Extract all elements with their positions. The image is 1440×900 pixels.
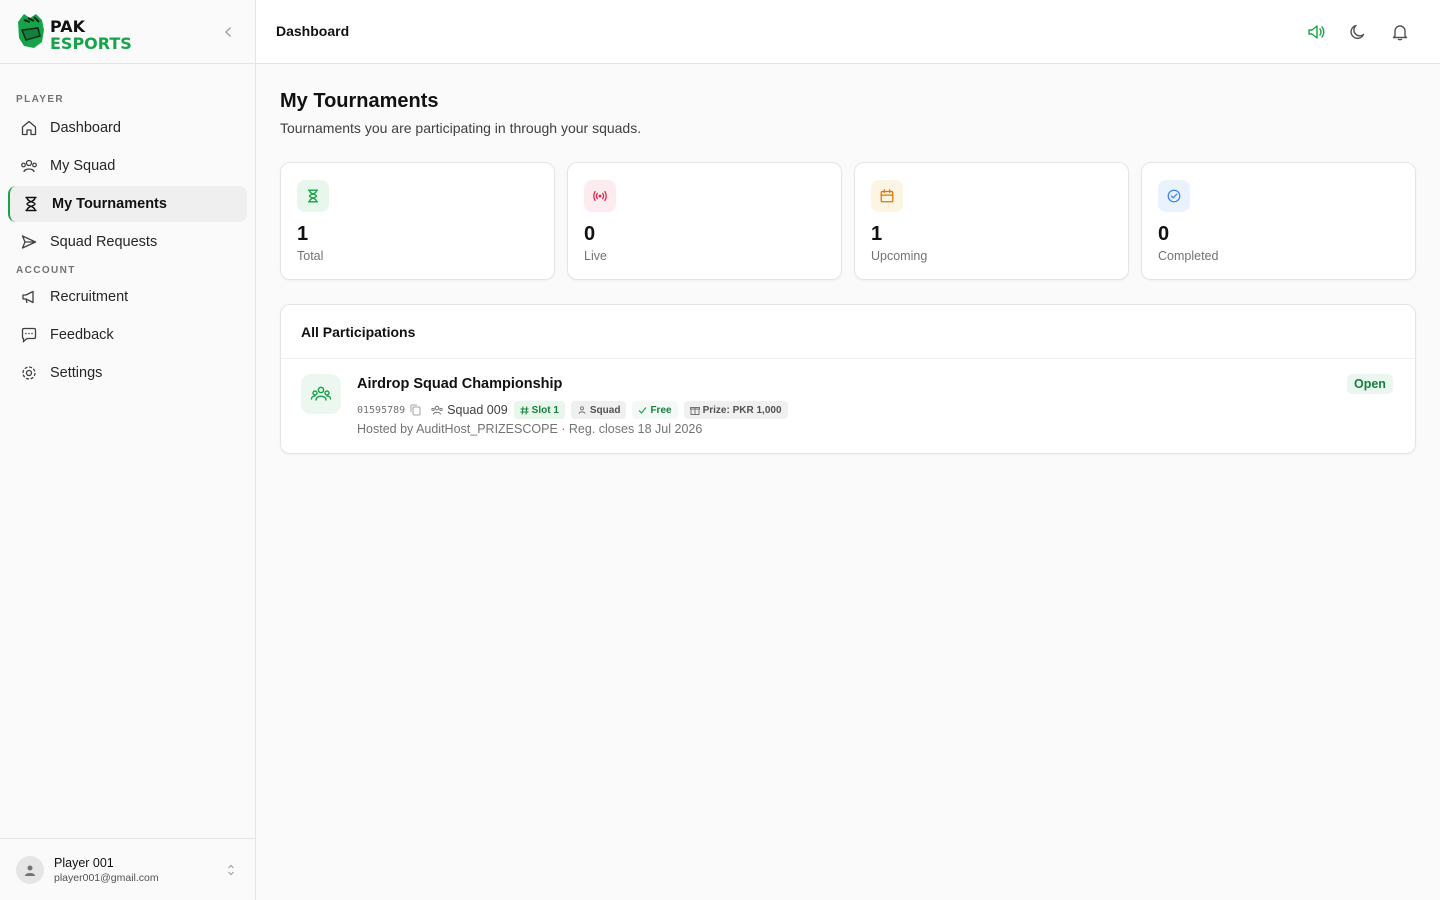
brand-logo[interactable]: PAK ESPORTS [16,12,156,53]
home-icon [20,119,38,137]
mode-text: Squad [589,404,621,416]
tournament-meta: 01595789 Squad 009 Slot 1 Squad Free Pri… [357,401,788,419]
hash-icon [520,405,529,415]
stat-card-completed: 0 Completed [1141,162,1416,280]
stat-label: Live [584,249,607,263]
sidebar-item-label: Dashboard [50,120,121,136]
stat-card-total: 1 Total [280,162,555,280]
stat-value: 1 [871,223,883,245]
sidebar-item-recruitment[interactable]: Recruitment [8,279,247,315]
sidebar-item-label: My Tournaments [52,196,167,212]
users-icon [431,404,443,416]
stat-value: 0 [584,223,596,245]
speaker-icon [1308,25,1325,39]
brand-line-2: ESPORTS [50,34,132,52]
megaphone-icon [20,288,38,306]
panel-title: All Participations [301,324,416,340]
stat-card-upcoming: 1 Upcoming [854,162,1129,280]
theme-toggle-button[interactable] [1346,20,1370,44]
sidebar-item-label: Recruitment [50,289,129,305]
stat-value: 0 [1158,223,1170,245]
stat-label: Upcoming [871,249,928,263]
slot-badge: Slot 1 [513,401,565,419]
host-and-deadline: Hosted by AuditHost_PRIZESCOPE · Reg. cl… [357,422,703,436]
check-icon [638,406,647,415]
hourglass-icon [297,180,329,212]
fist-icon [18,14,44,48]
divider [281,358,1415,359]
sidebar-item-label: Settings [50,365,103,381]
breadcrumb[interactable]: Dashboard [276,23,349,39]
sound-toggle-button[interactable] [1304,20,1328,44]
sidebar-item-label: Feedback [50,327,114,343]
sidebar-item-label: Squad Requests [50,234,158,250]
sidebar-item-feedback[interactable]: Feedback [8,317,247,353]
prize-badge: Prize: PKR 1,000 [683,401,788,419]
message-icon [20,326,38,344]
users-icon [577,405,587,415]
squad-name: Squad 009 [431,403,508,417]
broadcast-icon [584,180,616,212]
chevron-up-down-icon [226,863,236,882]
moon-icon [1350,24,1365,39]
sidebar-collapse-button[interactable] [218,22,238,42]
status-badge: Open [1347,374,1393,394]
gift-icon [689,405,700,415]
sidebar-item-my-tournaments[interactable]: My Tournaments [8,186,247,222]
entry-fee-badge: Free [632,401,678,419]
tournament-name[interactable]: Airdrop Squad Championship [357,376,562,392]
sidebar-item-label: My Squad [50,158,116,174]
stat-value: 1 [297,223,309,245]
user-icon [25,865,35,876]
sidebar-header: PAK ESPORTS [0,0,255,64]
topbar: Dashboard [256,0,1440,64]
section-label-player: PLAYER [16,94,65,105]
page-subtitle: Tournaments you are participating in thr… [280,120,642,136]
user-menu[interactable]: Player 001 player001@gmail.com [0,838,255,900]
stat-label: Completed [1158,249,1219,263]
chevron-left-icon [224,27,231,37]
user-name: Player 001 [54,855,114,870]
slot-text: Slot 1 [531,404,559,416]
notifications-button[interactable] [1388,20,1412,44]
prize-text: Prize: PKR 1,000 [702,404,782,416]
hourglass-icon [22,195,40,213]
section-label-account: ACCOUNT [16,265,76,276]
sidebar-item-squad-requests[interactable]: Squad Requests [8,224,247,260]
stat-label: Total [297,249,324,263]
users-icon [20,157,38,175]
participations-panel: All Participations Airdrop Squad Champio… [280,304,1416,454]
send-icon [20,233,38,251]
sidebar: PAK ESPORTS PLAYER Dashboard My Squad My… [0,0,256,900]
bell-icon [1392,25,1408,41]
stat-card-live: 0 Live [567,162,842,280]
sidebar-item-settings[interactable]: Settings [8,355,247,391]
gear-icon [20,364,38,382]
squad-group-icon [301,374,341,414]
user-email: player001@gmail.com [54,871,159,884]
entry-fee-text: Free [650,404,672,416]
tournament-id: 01595789 [357,404,406,416]
page-title: My Tournaments [280,90,439,112]
avatar [16,855,44,884]
squad-name-text: Squad 009 [447,403,508,417]
copy-id-button[interactable] [410,404,422,416]
sidebar-item-my-squad[interactable]: My Squad [8,148,247,184]
copy-icon [410,404,421,416]
calendar-icon [871,180,903,212]
check-circle-icon [1158,180,1190,212]
sidebar-item-dashboard[interactable]: Dashboard [8,110,247,146]
mode-badge: Squad [570,401,627,419]
